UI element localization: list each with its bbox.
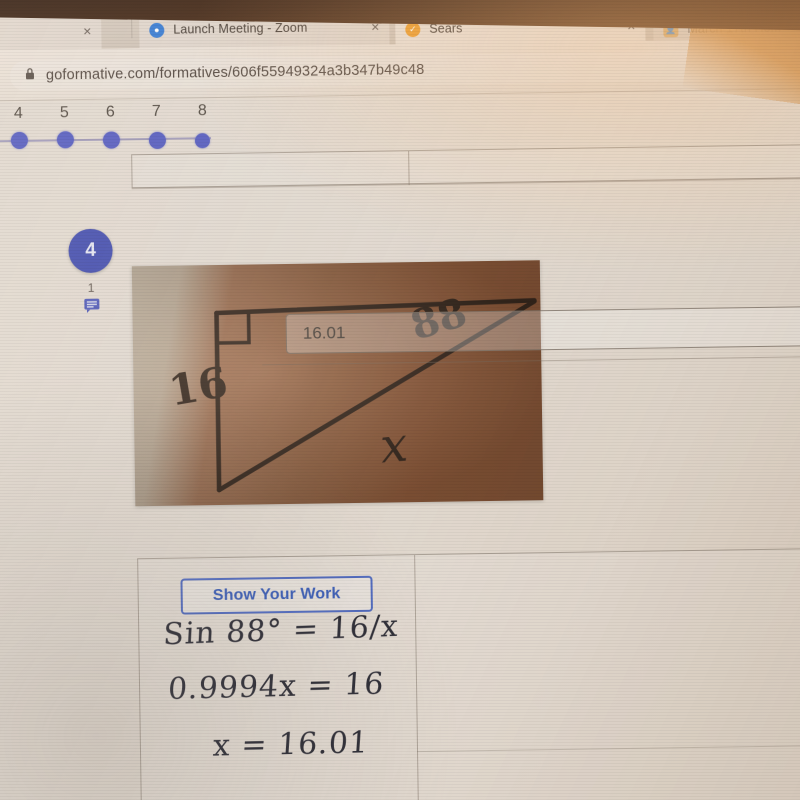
- attachment-shading: [131, 260, 544, 507]
- stepper-label-7: 7: [151, 102, 162, 120]
- stepper-label-8: 8: [197, 102, 208, 120]
- zoom-icon: ●: [149, 22, 165, 38]
- url-text: goformative.com/formatives/606f55949324a…: [45, 61, 425, 84]
- tab-separator: [131, 19, 133, 39]
- answer-card-divider: [414, 555, 420, 800]
- home-icon[interactable]: [0, 63, 2, 89]
- comment-icon[interactable]: [69, 298, 113, 314]
- page-content: 3 4 5 6 7 8 4 1: [0, 87, 800, 800]
- question-stepper: 3 4 5 6 7 8: [0, 102, 269, 158]
- comment-count: 1: [87, 280, 95, 295]
- screen-content: d 6 × ● Launch Meeting - Zoom × ✓ Sears …: [0, 0, 800, 800]
- stepper-label-5: 5: [59, 104, 70, 122]
- handwritten-work: Sin 88° = 16/x 0.9994x = 16 x = 16.01: [161, 609, 414, 800]
- answer-row-topline: [417, 742, 800, 753]
- show-your-work-button[interactable]: Show Your Work: [180, 575, 373, 615]
- work-line-3: x = 16.01: [212, 725, 370, 763]
- stepper-label-6: 6: [105, 103, 116, 121]
- stepper-dot-7[interactable]: [148, 131, 167, 150]
- answer-input[interactable]: 16.01: [285, 305, 800, 355]
- work-line-2-text: 0.9994x = 16: [167, 666, 386, 707]
- address-bar[interactable]: goformative.com/formatives/606f55949324a…: [9, 49, 800, 92]
- work-line-1-text: Sin 88° = 16/x: [162, 608, 400, 653]
- stepper-dot-5[interactable]: [56, 131, 75, 149]
- answer-card: Show Your Work Sin 88° = 16/x 0.9994x = …: [137, 547, 800, 800]
- question-image-attachment[interactable]: 16 88 x: [131, 260, 544, 507]
- stepper-dot-8[interactable]: [194, 133, 211, 149]
- stepper-label-4: 4: [13, 104, 24, 123]
- work-line-3-text: x = 16.01: [211, 725, 371, 764]
- photo-of-screen: d 6 × ● Launch Meeting - Zoom × ✓ Sears …: [0, 0, 800, 800]
- tab-title: Launch Meeting - Zoom: [173, 20, 308, 37]
- work-line-2: 0.9994x = 16: [167, 666, 385, 707]
- question-number-badge[interactable]: 4: [68, 228, 113, 274]
- work-line-1: Sin 88° = 16/x: [162, 609, 399, 653]
- stepper-dot-4[interactable]: [10, 131, 29, 150]
- tab-close-icon[interactable]: ×: [83, 23, 91, 39]
- stepper-dot-6[interactable]: [102, 131, 121, 149]
- lock-icon: [24, 66, 36, 85]
- card-divider: [408, 151, 410, 186]
